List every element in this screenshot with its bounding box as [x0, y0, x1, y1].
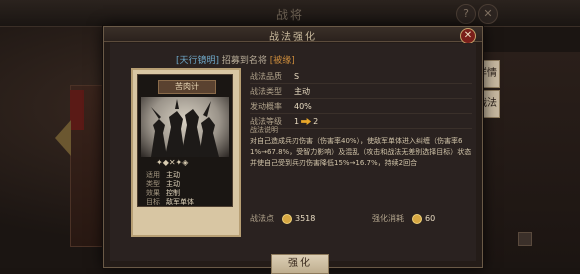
skill-card-inner: 苦肉计 ✦◆✕✦◈ 适用 主动 类型 主动 效果 控制 目标 敌军单体 [137, 74, 233, 207]
ownership-status: [被缘] [269, 56, 295, 66]
top-bar: 战将 ? ✕ [0, 0, 580, 27]
modal-header: 战法强化 ✕ [104, 27, 482, 44]
skill-stats: 战法品质 S 战法类型 主动 发动概率 40% 战法等级 12 [250, 71, 472, 131]
upgrade-cost-label: 强化消耗 [372, 214, 404, 223]
skill-card-art [141, 97, 229, 157]
stat-value: 40% [294, 102, 312, 111]
warriors-silhouette-icon [151, 99, 219, 157]
stat-label: 战法品质 [250, 72, 282, 81]
card-info-key: 类型 [146, 180, 160, 188]
card-info-row: 类型 主动 [146, 180, 194, 189]
card-info-key: 适用 [146, 171, 160, 179]
card-info-value: 控制 [166, 189, 180, 197]
stat-label: 发动概率 [250, 102, 282, 111]
skill-description: 战法说明 对自己造成兵刃伤害（伤害率40%），使敌军单体进入纠缠（伤害率61%→… [250, 125, 472, 199]
background-title: 战将 [275, 8, 304, 22]
card-info-value: 敌军单体 [166, 198, 194, 206]
left-hero-banner [70, 90, 84, 130]
ownership-hero: 招募到名将 [221, 56, 267, 66]
arrow-right-icon [301, 118, 312, 125]
card-info-row: 适用 主动 [146, 171, 194, 180]
stat-row-type: 战法类型 主动 [250, 86, 472, 99]
description-text: 对自己造成兵刃伤害（伤害率40%），使敌军单体进入纠缠（伤害率61%→67.8%… [250, 137, 472, 167]
skill-card-info: 适用 主动 类型 主动 效果 控制 目标 敌军单体 [146, 171, 194, 207]
skill-points-value: 3518 [295, 214, 316, 223]
card-info-row: 目标 敌军单体 [146, 198, 194, 207]
cost-row: 战法点 3518 强化消耗 60 [250, 212, 472, 226]
card-info-value: 主动 [166, 180, 180, 188]
stat-row-rate: 发动概率 40% [250, 101, 472, 114]
stat-row-quality: 战法品质 S [250, 71, 472, 84]
skill-points: 战法点 3518 [250, 212, 315, 226]
skill-points-label: 战法点 [250, 214, 274, 223]
help-icon[interactable]: ? [456, 4, 476, 24]
previous-arrow-icon[interactable] [55, 120, 71, 156]
card-info-value: 主动 [166, 171, 180, 179]
stat-label: 战法类型 [250, 87, 282, 96]
card-info-key: 目标 [146, 198, 160, 206]
card-info-row: 效果 控制 [146, 189, 194, 198]
stat-value: 主动 [294, 87, 310, 96]
ownership-location: [天行镜明] [176, 56, 220, 66]
skill-card-name: 苦肉计 [158, 80, 216, 94]
background-close-icon[interactable]: ✕ [478, 4, 498, 24]
close-icon[interactable]: ✕ [460, 28, 476, 44]
coin-icon [282, 213, 292, 224]
skill-card: 苦肉计 ✦◆✕✦◈ 适用 主动 类型 主动 效果 控制 目标 敌军单体 [131, 68, 241, 237]
modal-title: 战法强化 [269, 32, 317, 43]
modal-body: [天行镜明] 招募到名将 [被缘] 苦肉计 ✦◆✕✦◈ 适用 主动 类型 主动 … [110, 43, 476, 274]
coin-icon [412, 213, 422, 224]
upgrade-cost: 强化消耗 60 [372, 212, 435, 226]
skill-card-tags: ✦◆✕✦◈ [156, 158, 189, 167]
stat-value: S [294, 72, 300, 81]
description-title: 战法说明 [250, 126, 278, 134]
skill-ownership: [天行镜明] 招募到名将 [被缘] [176, 53, 295, 66]
card-info-key: 效果 [146, 189, 160, 197]
upgrade-button[interactable]: 强化 [271, 254, 329, 274]
skill-upgrade-modal: 战法强化 ✕ [天行镜明] 招募到名将 [被缘] 苦肉计 ✦◆✕✦◈ 适用 主动… [103, 26, 483, 274]
slot-icon[interactable] [518, 232, 532, 246]
upgrade-cost-value: 60 [425, 214, 436, 223]
